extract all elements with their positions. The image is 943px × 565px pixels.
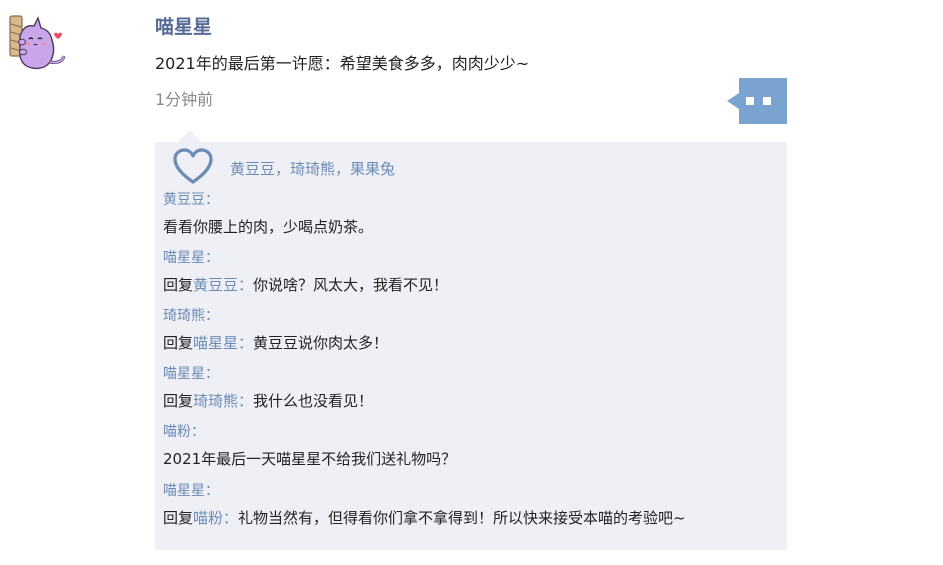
reply-target-name[interactable]: 黄豆豆 bbox=[193, 276, 238, 294]
comment-text: 黄豆豆说你肉太多！ bbox=[253, 334, 389, 352]
likes-names[interactable]: 黄豆豆，琦琦熊，果果兔 bbox=[230, 158, 395, 179]
comment-author[interactable]: 琦琦熊： bbox=[163, 306, 783, 326]
more-dots-icon bbox=[727, 78, 787, 124]
comment-reply[interactable]: 回复黄豆豆：你说啥？风太大，我看不见！ bbox=[163, 274, 783, 296]
heart-outline-icon bbox=[173, 148, 213, 184]
reply-separator: ： bbox=[223, 509, 239, 527]
reply-label: 回复 bbox=[163, 276, 194, 294]
reply-target-name[interactable]: 琦琦熊 bbox=[193, 392, 238, 410]
reply-label: 回复 bbox=[163, 392, 194, 410]
comment-item: 黄豆豆： 看看你腰上的肉，少喝点奶茶。 bbox=[163, 190, 783, 238]
reply-separator: ： bbox=[238, 334, 254, 352]
comment-text: 你说啥？风太大，我看不见！ bbox=[253, 276, 449, 294]
comment-author[interactable]: 喵星星： bbox=[163, 364, 783, 384]
comments-panel: 黄豆豆，琦琦熊，果果兔 黄豆豆： 看看你腰上的肉，少喝点奶茶。 喵星星： 回复黄… bbox=[155, 130, 787, 550]
avatar[interactable] bbox=[6, 12, 68, 74]
post-timestamp: 1分钟前 bbox=[155, 90, 214, 109]
comment-reply[interactable]: 回复琦琦熊：我什么也没看见！ bbox=[163, 390, 783, 412]
comment-item: 琦琦熊： 回复喵星星：黄豆豆说你肉太多！ bbox=[163, 306, 783, 354]
comment-reply[interactable]: 回复喵星星：黄豆豆说你肉太多！ bbox=[163, 332, 783, 354]
comment-author[interactable]: 喵星星： bbox=[163, 481, 783, 501]
more-actions-button[interactable] bbox=[727, 78, 787, 124]
comment-text[interactable]: 看看你腰上的肉，少喝点奶茶。 bbox=[163, 216, 783, 238]
comment-author[interactable]: 黄豆豆： bbox=[163, 190, 783, 210]
post-author-name[interactable]: 喵星星 bbox=[155, 12, 212, 39]
reply-target-name[interactable]: 喵星星 bbox=[193, 334, 238, 352]
comment-item: 喵星星： 回复黄豆豆：你说啥？风太大，我看不见！ bbox=[163, 248, 783, 296]
comment-reply[interactable]: 回复喵粉：礼物当然有，但得看你们拿不拿得到！所以快来接受本喵的考验吧~ bbox=[163, 507, 783, 529]
comment-author[interactable]: 喵粉： bbox=[163, 422, 783, 442]
panel-caret bbox=[178, 130, 202, 142]
comment-text[interactable]: 2021年最后一天喵星星不给我们送礼物吗？ bbox=[163, 448, 783, 470]
reply-label: 回复 bbox=[163, 334, 194, 352]
post-text: 2021年的最后第一许愿：希望美食多多，肉肉少少~ bbox=[155, 54, 530, 73]
purple-cat-avatar-icon bbox=[9, 15, 66, 70]
comment-item: 喵星星： 回复喵粉：礼物当然有，但得看你们拿不拿得到！所以快来接受本喵的考验吧~ bbox=[163, 481, 783, 529]
reply-label: 回复 bbox=[163, 509, 194, 527]
comment-text: 礼物当然有，但得看你们拿不拿得到！所以快来接受本喵的考验吧~ bbox=[238, 509, 686, 527]
comment-item: 喵星星： 回复琦琦熊：我什么也没看见！ bbox=[163, 364, 783, 412]
comment-author[interactable]: 喵星星： bbox=[163, 248, 783, 268]
reply-target-name[interactable]: 喵粉 bbox=[193, 509, 223, 527]
reply-separator: ： bbox=[238, 392, 254, 410]
likes-row: 黄豆豆，琦琦熊，果果兔 bbox=[172, 148, 772, 188]
reply-separator: ： bbox=[238, 276, 254, 294]
comment-text: 我什么也没看见！ bbox=[253, 392, 374, 410]
comment-item: 喵粉： 2021年最后一天喵星星不给我们送礼物吗？ bbox=[163, 422, 783, 470]
